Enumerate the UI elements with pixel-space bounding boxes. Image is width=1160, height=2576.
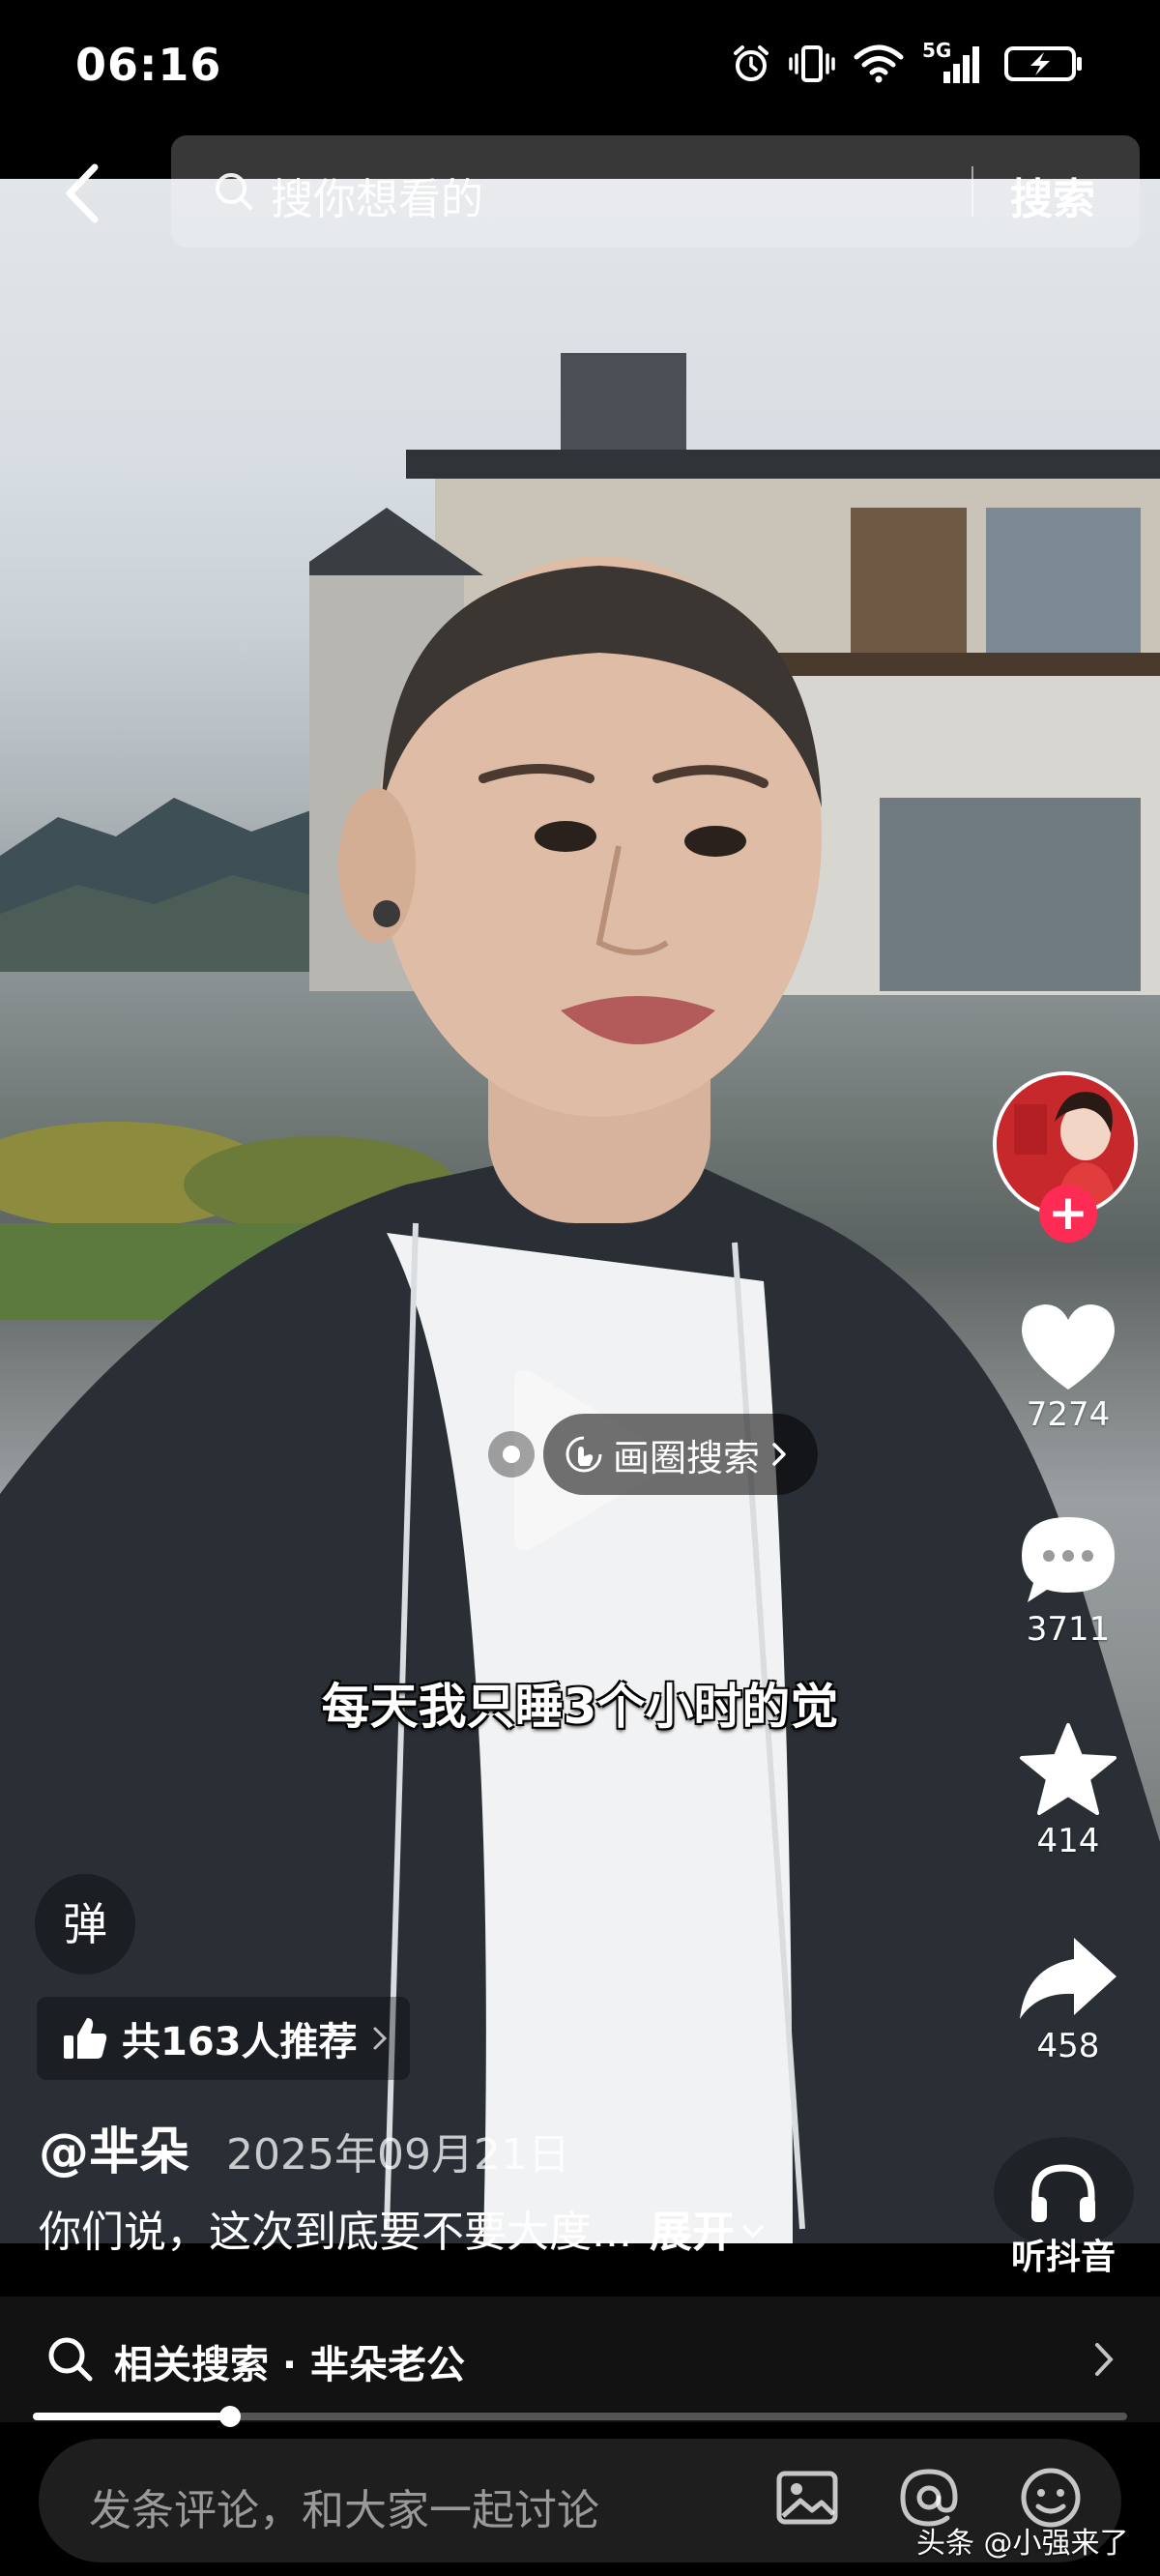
hand-circle-icon (566, 1436, 602, 1473)
chevron-down-icon[interactable] (739, 2217, 768, 2246)
danmu-toggle[interactable]: 弹 (35, 1874, 135, 1975)
comment-count: 3711 (1026, 1610, 1111, 1649)
vibrate-icon (789, 45, 835, 82)
alarm-icon (734, 45, 768, 81)
like-button[interactable]: 7274 (1005, 1301, 1131, 1434)
search-icon (216, 173, 252, 210)
progress-handle[interactable] (219, 2406, 241, 2427)
star-icon (1020, 1723, 1116, 1815)
image-icon[interactable] (775, 2466, 839, 2530)
listen-label: 听抖音 (1010, 2238, 1116, 2277)
recommend-label: 共163人推荐 (122, 2020, 358, 2064)
heart-icon (1022, 1304, 1115, 1390)
related-search-bar[interactable]: 相关搜索 · 芈朵老公 (0, 2297, 1160, 2422)
search-divider (972, 166, 973, 217)
video-progress-bar[interactable] (33, 2406, 1127, 2427)
chevron-right-icon (772, 1443, 786, 1466)
search-bar[interactable]: 搜你想看的 搜索 (171, 135, 1140, 248)
recommend-button[interactable]: 共163人推荐 (37, 1997, 410, 2080)
thumbs-up-icon (64, 2018, 107, 2059)
related-search-text: 相关搜索 · 芈朵老公 (114, 2343, 466, 2387)
author-name[interactable]: @芈朵 (39, 2111, 189, 2183)
chevron-right-icon (373, 2027, 387, 2050)
headphones-icon (1031, 2164, 1095, 2222)
signal-bars-icon (943, 46, 979, 83)
battery-charging-icon (1004, 46, 1082, 81)
status-icons: 5G (731, 39, 1085, 85)
circle-search-toggle[interactable] (488, 1431, 535, 1478)
plus-icon: + (1048, 1185, 1088, 1241)
status-time: 06:16 (75, 39, 222, 91)
expand-button[interactable]: 展开 (650, 2197, 735, 2259)
follow-button[interactable]: + (1039, 1185, 1097, 1243)
circle-search-button[interactable]: 画圈搜索 (543, 1414, 819, 1495)
video-player[interactable]: 画圈搜索 每天我只睡3个小时的觉 (0, 179, 1160, 2243)
post-date: 2025年09月21日 (226, 2130, 570, 2180)
favorite-count: 414 (1036, 1822, 1100, 1860)
progress-fill (33, 2413, 230, 2420)
douyin-video-screen: 06:16 5G 画圈搜索 每天我只睡3个小时的觉 搜你想看的 搜索 + 727… (0, 0, 1160, 2576)
chevron-right-icon (1095, 2343, 1114, 2376)
share-button[interactable]: 458 (1005, 1934, 1131, 2065)
share-icon (1020, 1938, 1116, 2019)
description-row: 你们说，这次到底要不要大度... 展开 (39, 2197, 768, 2259)
share-count: 458 (1036, 2027, 1100, 2065)
author-row: @芈朵 2025年09月21日 (39, 2111, 570, 2183)
video-description: 你们说，这次到底要不要大度... (39, 2208, 632, 2257)
video-subtitle: 每天我只睡3个小时的觉 (321, 1679, 839, 1735)
wifi-icon (854, 44, 904, 83)
search-button[interactable]: 搜索 (1010, 164, 1095, 226)
back-icon[interactable] (54, 160, 112, 227)
cellular-signal: 5G (922, 39, 986, 85)
search-icon (48, 2337, 93, 2382)
comment-placeholder[interactable]: 发条评论，和大家一起讨论 (89, 2475, 599, 2537)
favorite-button[interactable]: 414 (1005, 1721, 1131, 1860)
comment-icon (1022, 1517, 1115, 1602)
search-input[interactable]: 搜你想看的 (271, 164, 483, 226)
circle-search-label: 画圈搜索 (613, 1436, 761, 1479)
status-bar: 06:16 5G (0, 0, 1160, 135)
comment-button[interactable]: 3711 (1005, 1513, 1131, 1649)
source-watermark: 头条 @小强来了 (916, 2527, 1129, 2561)
like-count: 7274 (1026, 1395, 1111, 1434)
